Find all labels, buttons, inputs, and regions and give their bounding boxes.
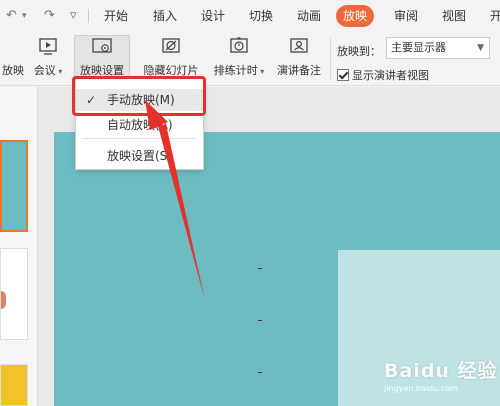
presenter-view-checkbox[interactable] (337, 69, 349, 81)
undo-icon[interactable]: ↶ (6, 7, 17, 25)
chevron-down-icon: ▼ (477, 43, 484, 53)
placeholder-mark (258, 320, 262, 321)
hide-slide-button[interactable]: 隐藏幻灯片 (140, 36, 202, 78)
slide-thumbnail-1[interactable] (0, 140, 28, 232)
menu-item-label: 自动放映(A) (107, 118, 173, 132)
placeholder-mark (258, 268, 262, 269)
play-to-select[interactable]: 主要显示器 ▼ (386, 37, 490, 59)
tab-animations[interactable]: 动画 (297, 8, 321, 24)
title-bar: ↶ ▾ ↷ ▿ 开始 插入 设计 切换 动画 放映 审阅 视图 开 (0, 0, 500, 32)
menu-divider (82, 138, 197, 139)
tab-review[interactable]: 审阅 (394, 8, 418, 24)
tab-insert[interactable]: 插入 (153, 8, 177, 24)
play-icon (0, 36, 20, 56)
slide-thumbnail-pane (0, 87, 38, 406)
tab-overflow[interactable]: 开 (490, 8, 500, 24)
meeting-button[interactable]: 会议 ▾ (29, 36, 67, 78)
speaker-notes-icon (290, 38, 308, 53)
watermark-url: jingyan.baidu.com (384, 384, 458, 393)
thumbnail-graphic (1, 291, 6, 309)
play-to-label: 放映到： (337, 45, 381, 58)
ribbon-divider (330, 38, 331, 80)
tab-slideshow[interactable]: 放映 (336, 5, 375, 27)
stopwatch-icon (230, 37, 248, 53)
tab-view[interactable]: 视图 (442, 8, 466, 24)
divider (88, 9, 89, 23)
hide-slide-icon (162, 38, 180, 53)
menu-item-label: 放映设置(S) (107, 149, 172, 163)
rehearse-timing-button[interactable]: 排练计时 ▾ (210, 36, 268, 78)
placeholder-mark (258, 372, 262, 373)
slideshow-settings-icon (92, 38, 112, 53)
play-to-value: 主要显示器 (391, 41, 446, 54)
meeting-label: 会议 ▾ (33, 64, 63, 77)
play-label: 放映 (2, 64, 24, 77)
presenter-view-option[interactable]: 显示演讲者视图 (337, 67, 429, 83)
baidu-watermark: Baidu 经验 jingyan.baidu.com (384, 352, 500, 406)
redo-icon[interactable]: ↷ (44, 7, 55, 25)
play-button[interactable]: 放映 (0, 36, 24, 78)
watermark-logo-text: Baidu 经验 (384, 360, 498, 382)
rehearse-timing-label: 排练计时 ▾ (213, 64, 265, 77)
customize-quick-access-icon[interactable]: ▿ (70, 7, 77, 25)
tab-design[interactable]: 设计 (201, 8, 225, 24)
annotation-highlight-box (72, 76, 206, 116)
meeting-icon (39, 38, 57, 55)
tab-home[interactable]: 开始 (104, 8, 128, 24)
tab-transitions[interactable]: 切换 (249, 8, 273, 24)
speaker-notes-label: 演讲备注 (277, 64, 321, 77)
presenter-view-label: 显示演讲者视图 (352, 69, 429, 82)
menu-item-auto-show[interactable]: 自动放映(A) (76, 114, 203, 136)
slide-thumbnail-3[interactable] (0, 364, 28, 406)
slide-thumbnail-2[interactable] (0, 248, 28, 340)
undo-dropdown-icon[interactable]: ▾ (22, 7, 27, 25)
menu-item-slideshow-settings[interactable]: 放映设置(S) (76, 145, 203, 167)
speaker-notes-button[interactable]: 演讲备注 (274, 36, 324, 78)
